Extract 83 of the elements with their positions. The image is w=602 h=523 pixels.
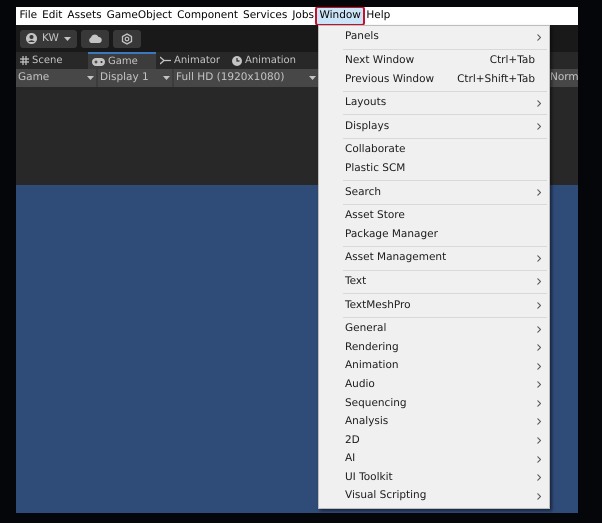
menu-option[interactable]: Rendering [319,338,549,357]
menu-option[interactable]: Collaborate [319,140,549,160]
tab[interactable]: Game [88,52,156,69]
menu-option-label: General [345,321,388,336]
caret-icon [87,76,94,80]
menu-option-label: Layouts [345,95,388,110]
dropdown[interactable]: Full HD (1920x1080) [174,69,318,87]
menu-option-label: Rendering [345,340,400,355]
tab-label: Animation [245,54,296,68]
menu-item[interactable]: File [17,7,40,25]
tab-label: Scene [32,54,62,68]
menu-option-label: Previous Window [345,72,436,87]
menu-option-label: Next Window [345,53,416,68]
menu-option[interactable]: Asset Store [319,206,549,226]
menu-option[interactable]: Search [319,183,549,202]
menu-item[interactable]: Services [240,7,290,25]
caret-icon [309,76,316,80]
account-button[interactable]: KW [20,30,77,48]
collab-button[interactable] [112,30,141,48]
clock-icon [232,56,242,66]
dropdown[interactable]: Game [16,69,96,87]
menu-option[interactable]: Previous Window Ctrl+Shift+Tab [319,70,549,89]
menu-item[interactable]: Component [174,7,241,25]
gamepad-icon [92,58,105,66]
menu-option-label: Package Manager [345,226,439,242]
dropdown-label: Display 1 [100,70,149,86]
tab-label: Game [108,55,138,69]
dropdown-label: Full HD (1920x1080) [176,70,284,86]
menu-option-label: Sequencing [345,396,408,411]
dropdown-label: Game [18,70,50,86]
menu-item[interactable]: Jobs [290,7,316,25]
grid-icon [20,56,29,65]
menu-option[interactable]: Displays [319,117,549,136]
menu-option-label: Plastic SCM [345,160,406,176]
menu-item[interactable]: Window [316,7,364,25]
account-label: KW [42,30,59,46]
menu-option[interactable]: Analysis [319,412,549,432]
menu-option[interactable]: Panels [319,28,549,47]
menu-option[interactable]: Asset Management [319,248,549,268]
shortcut-label: Ctrl+Shift+Tab [457,72,535,87]
menu-option-label: Analysis [345,414,390,430]
tab-label: Animator [174,54,220,68]
menu-option[interactable]: Sequencing [319,394,549,413]
menu-option[interactable]: Animation [319,356,549,376]
cloud-icon [88,34,102,43]
user-icon [26,33,37,44]
menu-option[interactable]: Next Window Ctrl+Tab [319,52,549,70]
menu-option-label: Search [345,184,382,200]
menu-item[interactable]: Assets [64,7,104,25]
cloud-button[interactable] [80,30,109,48]
menu-option[interactable]: General [319,320,549,338]
menu-option-label: TextMeshPro [345,298,412,313]
menu-option[interactable]: 2D [319,431,549,450]
menu-option-label: AI [345,451,356,466]
menu-option[interactable]: Text [319,272,549,292]
menu-option[interactable]: Package Manager [319,225,549,244]
menu-option[interactable]: Audio [319,376,549,394]
menu-option-label: Displays [345,118,390,134]
menu-option-label: Animation [345,358,400,374]
menu-option[interactable]: Plastic SCM [319,160,549,178]
menu-option-label: Visual Scripting [345,488,428,504]
caret-icon [163,76,170,80]
menu-option-label: Panels [345,29,380,44]
menu-option[interactable]: TextMeshPro [319,296,549,315]
menu-item[interactable]: Help [364,7,393,25]
menu-option[interactable]: Visual Scripting [319,487,549,506]
menu-option[interactable]: AI [319,450,549,468]
shortcut-label: Ctrl+Tab [490,53,535,68]
dropdown[interactable]: Display 1 [98,69,172,87]
animator-icon [160,56,171,65]
hexagon-icon [120,32,133,44]
menu-option-label: Asset Management [345,250,448,266]
menu-item[interactable]: GameObject [104,7,175,25]
menu-option-label: Text [345,274,368,289]
menu-option[interactable]: Layouts [319,94,549,112]
menu-option-label: Asset Store [345,208,406,224]
menu-option[interactable]: UI Toolkit [319,468,549,488]
menu-option-label: 2D [345,432,361,448]
caret-icon [64,36,71,40]
menu-option-label: Audio [345,376,376,392]
menu-item[interactable]: Edit [40,7,65,25]
menu-option-label: UI Toolkit [345,470,394,485]
menu-option-label: Collaborate [345,142,406,158]
